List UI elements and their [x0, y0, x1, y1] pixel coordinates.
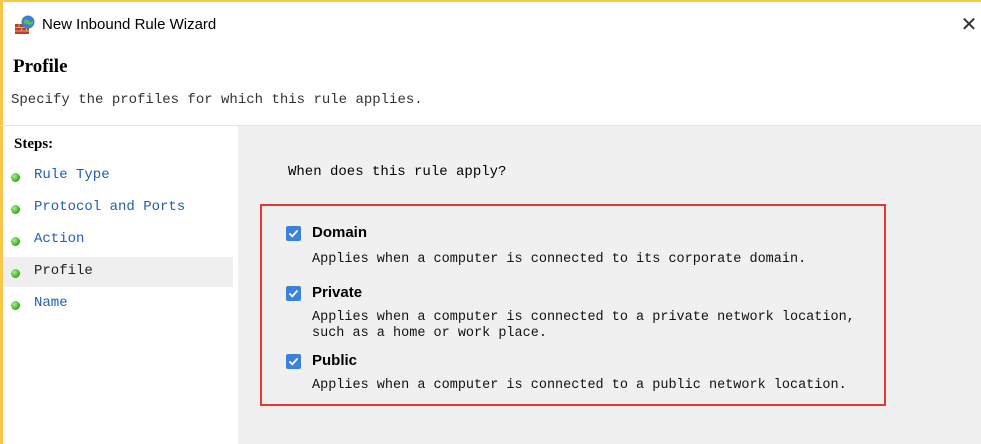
step-label: Protocol and Ports	[34, 199, 186, 215]
step-complete-bullet-icon	[11, 237, 20, 246]
question-text: When does this rule apply?	[288, 164, 507, 180]
step-complete-bullet-icon	[11, 173, 20, 182]
private-label[interactable]: Private	[312, 284, 362, 301]
private-checkbox[interactable]	[286, 286, 301, 301]
domain-label[interactable]: Domain	[312, 224, 367, 241]
page-title: Profile	[13, 56, 68, 77]
checkmark-icon	[288, 289, 299, 298]
steps-panel: Steps: Rule Type Protocol and Ports Acti…	[3, 126, 236, 444]
checkmark-icon	[288, 229, 299, 238]
step-complete-bullet-icon	[11, 301, 20, 310]
title-bar[interactable]: New Inbound Rule Wizard ✕	[0, 2, 981, 44]
public-description: Applies when a computer is connected to …	[312, 378, 847, 393]
step-current-bullet-icon	[11, 269, 20, 278]
step-profile[interactable]: Profile	[3, 257, 233, 287]
step-protocol-and-ports[interactable]: Protocol and Ports	[3, 193, 233, 223]
window-title: New Inbound Rule Wizard	[42, 16, 217, 33]
steps-header: Steps:	[14, 136, 54, 152]
private-description: Applies when a computer is connected to …	[312, 310, 855, 341]
public-checkbox[interactable]	[286, 354, 301, 369]
page-subtitle: Specify the profiles for which this rule…	[11, 92, 423, 108]
step-label: Profile	[34, 263, 93, 279]
content-panel: When does this rule apply? Domain Applie…	[238, 126, 981, 444]
step-rule-type[interactable]: Rule Type	[3, 161, 233, 191]
step-complete-bullet-icon	[11, 205, 20, 214]
checkmark-icon	[288, 357, 299, 366]
firewall-icon	[14, 15, 36, 35]
step-name[interactable]: Name	[3, 289, 233, 319]
domain-checkbox[interactable]	[286, 226, 301, 241]
step-action[interactable]: Action	[3, 225, 233, 255]
close-button[interactable]: ✕	[958, 12, 980, 36]
step-label: Rule Type	[34, 167, 110, 183]
public-label[interactable]: Public	[312, 352, 357, 369]
wizard-window: New Inbound Rule Wizard ✕ Profile Specif…	[0, 0, 981, 444]
step-label: Name	[34, 295, 68, 311]
step-label: Action	[34, 231, 85, 247]
domain-description: Applies when a computer is connected to …	[312, 252, 807, 267]
